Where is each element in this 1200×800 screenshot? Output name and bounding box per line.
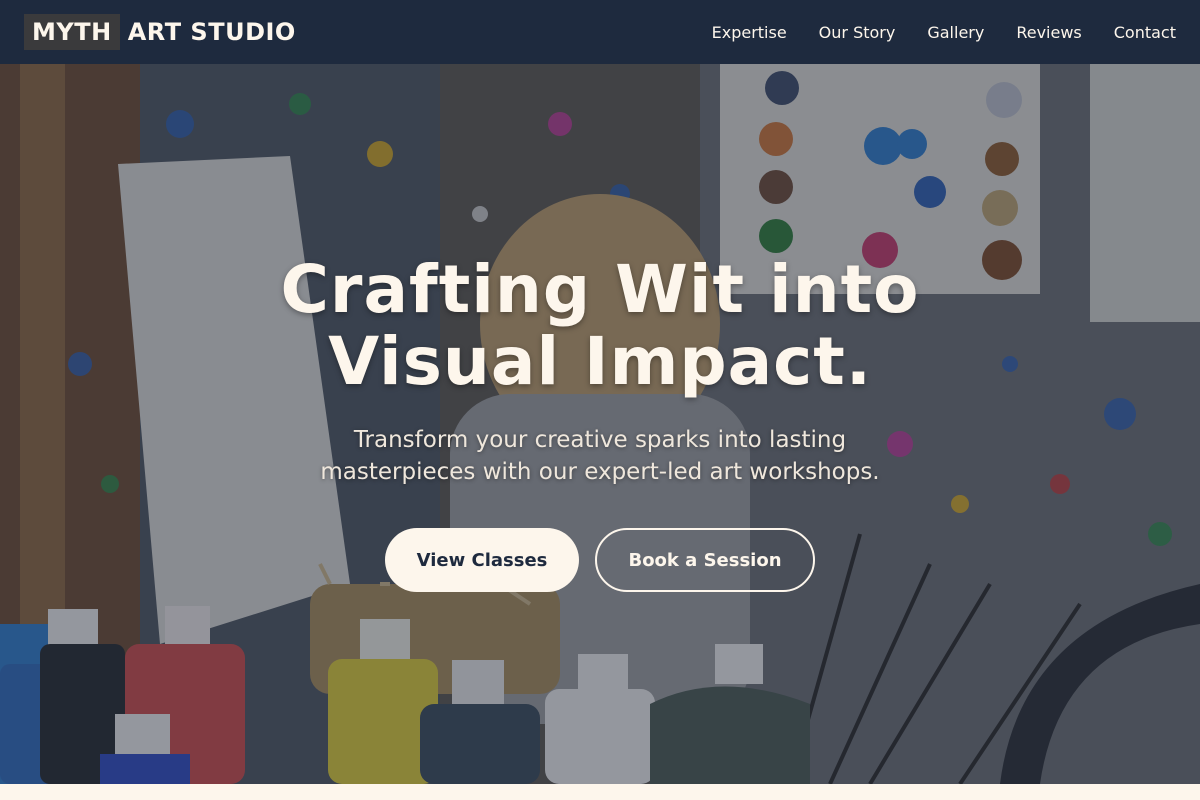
view-classes-button[interactable]: View Classes (385, 528, 579, 592)
hero-content: Crafting Wit into Visual Impact. Transfo… (0, 64, 1200, 784)
logo-highlight: MYTH (24, 14, 120, 50)
top-nav: MYTH ART STUDIO Expertise Our Story Gall… (0, 0, 1200, 64)
nav-link-expertise[interactable]: Expertise (712, 23, 787, 42)
nav-link-contact[interactable]: Contact (1114, 23, 1176, 42)
nav-links: Expertise Our Story Gallery Reviews Cont… (680, 23, 1176, 42)
cta-row: View Classes Book a Session (385, 528, 815, 592)
logo-text: ART STUDIO (127, 18, 296, 46)
nav-link-gallery[interactable]: Gallery (927, 23, 984, 42)
next-section-edge (0, 784, 1200, 800)
nav-link-reviews[interactable]: Reviews (1016, 23, 1081, 42)
hero-headline: Crafting Wit into Visual Impact. (280, 251, 920, 400)
book-session-button[interactable]: Book a Session (595, 528, 815, 592)
nav-link-our-story[interactable]: Our Story (819, 23, 896, 42)
hero-section: Crafting Wit into Visual Impact. Transfo… (0, 64, 1200, 784)
hero-subtext: Transform your creative sparks into last… (320, 427, 880, 485)
logo[interactable]: MYTH ART STUDIO (24, 14, 296, 50)
